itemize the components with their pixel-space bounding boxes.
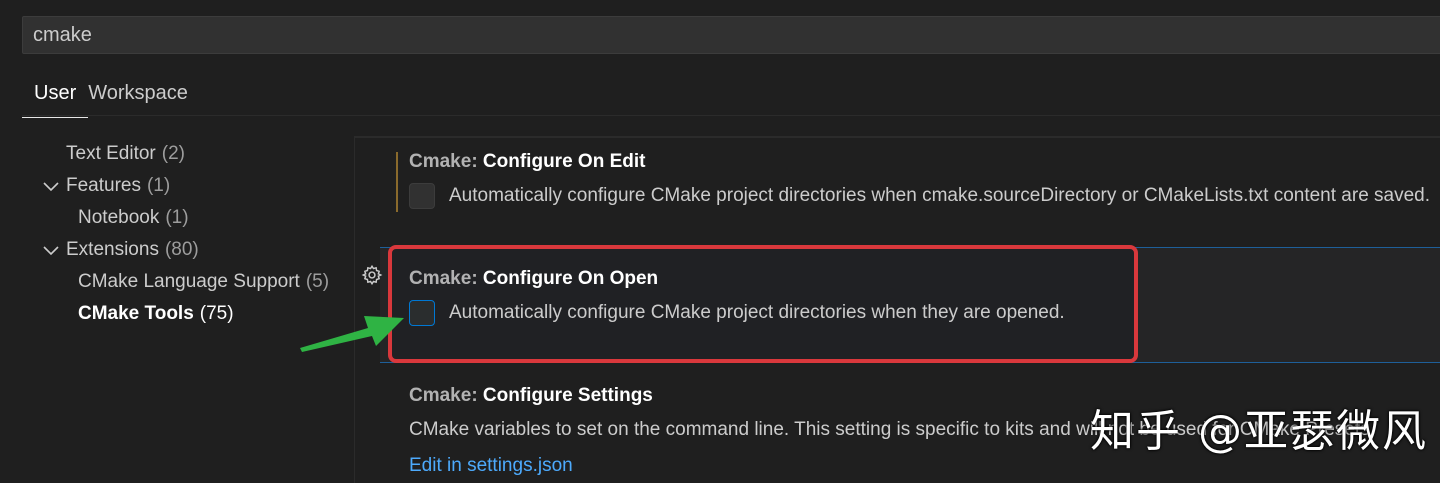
toc-item-cmake-language-support[interactable]: CMake Language Support (5) — [78, 271, 329, 293]
setting-title: Cmake: Configure On Edit — [409, 151, 1430, 173]
setting-name: Configure On Edit — [482, 151, 646, 172]
toc-item-label: CMake Tools — [78, 303, 194, 324]
toc-item-label: Features — [66, 175, 141, 196]
toc-item-label: Extensions — [66, 239, 159, 260]
toc-item-text-editor[interactable]: Text Editor (2) — [66, 143, 185, 165]
setting-name: Configure On Open — [482, 268, 659, 289]
tab-user[interactable]: User — [22, 78, 89, 118]
settings-editor: cmake User Workspace Text Editor (2) Feat… — [0, 0, 1440, 483]
settings-search-input[interactable]: cmake — [22, 16, 1440, 54]
setting-description-row: Automatically configure CMake project di… — [409, 183, 1430, 209]
setting-title: Cmake: Configure On Open — [409, 268, 1065, 290]
setting-name: Configure Settings — [482, 385, 653, 406]
chevron-down-icon[interactable] — [40, 240, 62, 260]
toc-item-count: (1) — [165, 207, 189, 228]
watermark: 知乎 @亚瑟微风 — [1090, 406, 1428, 457]
setting-category: Cmake: — [409, 151, 483, 172]
toc-item-cmake-tools[interactable]: CMake Tools (75) — [78, 303, 234, 325]
toc-item-count: (1) — [146, 175, 171, 196]
gear-icon[interactable] — [361, 264, 383, 286]
tab-workspace[interactable]: Workspace — [88, 78, 200, 118]
green-arrow-icon — [300, 316, 404, 352]
toc-item-count: (5) — [305, 271, 330, 292]
configure-on-edit-checkbox[interactable] — [409, 183, 435, 209]
setting-description: Automatically configure CMake project di… — [449, 185, 1431, 206]
setting-category: Cmake: — [409, 385, 483, 406]
settings-scope-tabs: User Workspace — [22, 78, 200, 118]
toc-item-count: (80) — [164, 239, 199, 260]
toc-item-count: (2) — [161, 143, 185, 164]
toc-item-label: CMake Language Support — [78, 271, 300, 292]
toc-item-extensions[interactable]: Extensions (80) — [40, 239, 199, 261]
setting-configure-on-edit: Cmake: Configure On Edit Automatically c… — [409, 151, 1430, 209]
toc-item-notebook[interactable]: Notebook (1) — [78, 207, 189, 229]
setting-configure-on-open: Cmake: Configure On Open Automatically c… — [409, 268, 1065, 326]
chevron-down-icon[interactable] — [40, 176, 62, 196]
settings-pane-top-border — [354, 136, 1440, 138]
setting-description-row: Automatically configure CMake project di… — [409, 300, 1065, 326]
setting-description: Automatically configure CMake project di… — [449, 302, 1065, 323]
toc-item-label: Notebook — [78, 207, 160, 228]
modified-indicator — [396, 152, 398, 212]
tabs-divider — [22, 115, 1440, 116]
toc-item-label: Text Editor — [66, 143, 156, 164]
configure-on-open-checkbox[interactable] — [409, 300, 435, 326]
toc-item-count: (75) — [199, 303, 234, 324]
toc-item-features[interactable]: Features (1) — [40, 175, 170, 197]
setting-category: Cmake: — [409, 268, 483, 289]
